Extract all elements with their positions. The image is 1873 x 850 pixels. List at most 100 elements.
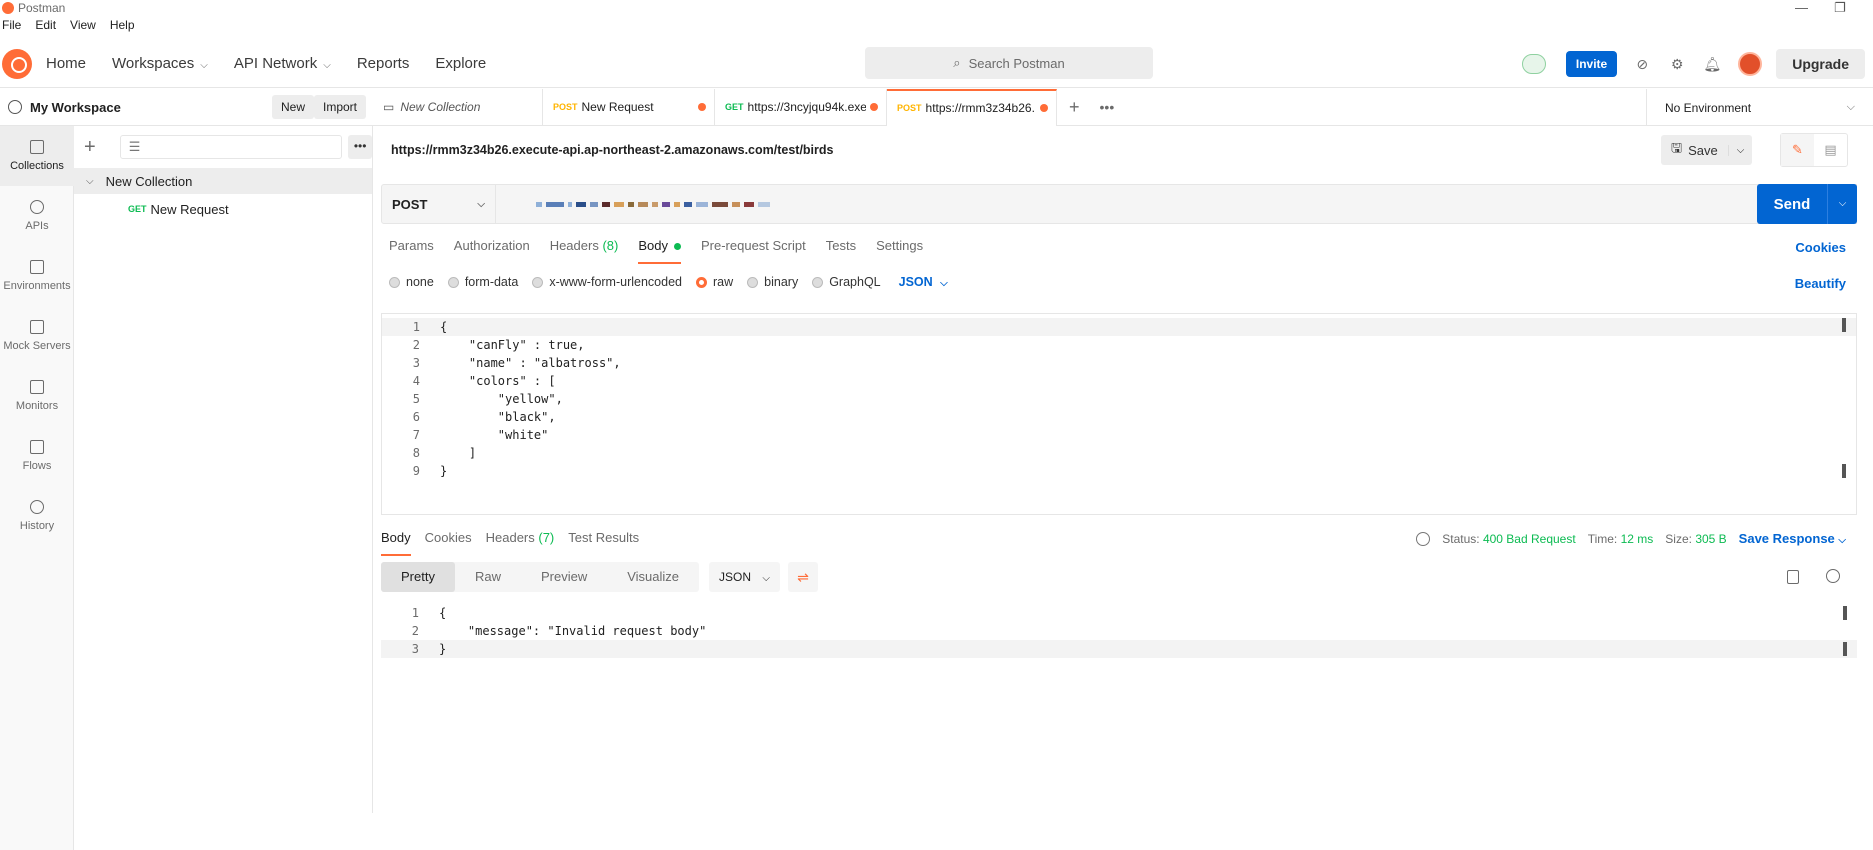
request-item[interactable]: GET New Request	[74, 194, 372, 224]
workspace-title[interactable]: My Workspace	[30, 100, 121, 115]
resp-tab-body[interactable]: Body	[381, 530, 411, 556]
tab-settings[interactable]: Settings	[876, 238, 923, 264]
edit-pencil-icon[interactable]: ✎	[1781, 134, 1814, 166]
rail-item-environments[interactable]: Environments	[0, 246, 74, 306]
mode-preview[interactable]: Preview	[521, 562, 607, 592]
code-line: 3}	[381, 640, 1857, 658]
nav-explore[interactable]: Explore	[435, 55, 486, 72]
menu-help[interactable]: Help	[110, 18, 135, 36]
satellite-icon[interactable]: ⊘	[1633, 55, 1651, 73]
tab-body[interactable]: Body	[638, 238, 681, 264]
menu-edit[interactable]: Edit	[35, 18, 56, 36]
tab-post-request-active[interactable]: POST https://rmm3z34b26.	[887, 88, 1057, 126]
scrollbar-marker[interactable]	[1843, 606, 1847, 620]
code-line: 5 "yellow",	[382, 390, 1856, 408]
resp-tab-test-results[interactable]: Test Results	[568, 530, 639, 556]
tab-new-collection[interactable]: ▭ New Collection	[373, 88, 543, 126]
status[interactable]: Status: 400 Bad Request	[1442, 532, 1575, 546]
tab-pre-request-script[interactable]: Pre-request Script	[701, 238, 806, 264]
search-icon[interactable]	[1826, 569, 1840, 583]
radio-none[interactable]: none	[389, 275, 434, 289]
collection-icon: ▭	[383, 100, 395, 114]
chevron-down-icon[interactable]: ⌵	[1727, 144, 1753, 156]
beautify-link[interactable]: Beautify	[1795, 276, 1846, 291]
more-tabs-icon[interactable]: •••	[1100, 99, 1115, 115]
radio-form-data[interactable]: form-data	[447, 275, 518, 289]
request-body-editor[interactable]: 1{2 "canFly" : true, 3 "name" : "albatros…	[381, 313, 1857, 515]
mode-raw[interactable]: Raw	[455, 562, 521, 592]
search-input[interactable]: ⌕ Search Postman	[865, 47, 1153, 79]
size[interactable]: Size: 305 B	[1665, 532, 1726, 546]
avatar[interactable]	[1738, 52, 1763, 76]
notifications-bell-icon[interactable]: 🔔︎	[1703, 55, 1721, 73]
minimize-button[interactable]: —	[1795, 0, 1808, 15]
format-select[interactable]: JSON ⌵	[709, 562, 780, 592]
save-button[interactable]: 🖫︎ Save	[1661, 139, 1728, 161]
mode-visualize[interactable]: Visualize	[607, 562, 699, 592]
settings-gear-icon[interactable]: ⚙	[1668, 55, 1686, 73]
method-select[interactable]: POST ⌵	[381, 184, 496, 224]
radio-graphql[interactable]: GraphQL	[812, 275, 881, 289]
collection-item[interactable]: ⌵ New Collection	[74, 168, 372, 194]
menu-file[interactable]: File	[2, 18, 21, 36]
postman-logo-icon[interactable]	[2, 48, 32, 79]
tab-tests[interactable]: Tests	[826, 238, 856, 264]
new-tab-icon[interactable]: +	[1069, 97, 1080, 118]
nav-home[interactable]: Home	[46, 55, 86, 72]
chevron-down-icon[interactable]: ⌵	[86, 176, 94, 187]
rail-item-mock-servers[interactable]: Mock Servers	[0, 306, 74, 366]
tab-new-request[interactable]: POST New Request	[543, 88, 715, 126]
language-select[interactable]: JSON ⌵	[899, 275, 948, 289]
resp-tab-headers[interactable]: Headers (7)	[486, 530, 555, 556]
comments-icon[interactable]: ▤	[1814, 134, 1847, 166]
radio-binary[interactable]: binary	[747, 275, 798, 289]
upgrade-button[interactable]: Upgrade	[1776, 49, 1865, 79]
globe-icon[interactable]	[1416, 531, 1431, 546]
rail-item-monitors[interactable]: Monitors	[0, 366, 74, 426]
import-button[interactable]: Import	[314, 95, 367, 119]
rail-item-collections[interactable]: Collections	[0, 126, 74, 186]
mode-pretty[interactable]: Pretty	[381, 562, 455, 592]
restore-button[interactable]: ❐	[1834, 0, 1846, 16]
tab-params[interactable]: Params	[389, 238, 434, 264]
nav-reports[interactable]: Reports	[357, 55, 410, 72]
radio-x-www-form-urlencoded[interactable]: x-www-form-urlencoded	[532, 275, 682, 289]
tab-get-request[interactable]: GET https://3ncyjqu94k.exe	[715, 88, 887, 126]
cookies-link[interactable]: Cookies	[1795, 240, 1846, 255]
save-response-button[interactable]: Save Response ⌵	[1739, 531, 1846, 546]
environments-icon	[30, 260, 44, 274]
tab-headers[interactable]: Headers (8)	[550, 238, 619, 264]
send-button[interactable]: Send	[1757, 196, 1827, 213]
tab-authorization[interactable]: Authorization	[454, 238, 530, 264]
scrollbar-marker[interactable]	[1843, 642, 1847, 656]
more-options-icon[interactable]: •••	[348, 135, 372, 159]
method-badge: GET	[128, 204, 147, 214]
scrollbar-marker[interactable]	[1842, 318, 1846, 332]
environment-select[interactable]: No Environment ⌵	[1646, 89, 1873, 126]
chevron-down-icon[interactable]: ⌵	[1827, 184, 1857, 224]
rail-item-flows[interactable]: Flows	[0, 426, 74, 486]
menu-view[interactable]: View	[70, 18, 96, 36]
copy-icon[interactable]	[1787, 570, 1799, 584]
response-body-viewer[interactable]: 1{2 "message": "Invalid request body" 3}	[381, 604, 1857, 674]
chevron-down-icon: ⌵	[762, 573, 770, 584]
wrap-lines-icon[interactable]: ⇌	[787, 562, 818, 592]
code-text: "black",	[440, 410, 556, 424]
filter-input[interactable]: ☰	[119, 135, 343, 159]
new-button[interactable]: New	[272, 95, 315, 119]
add-icon[interactable]: +	[84, 136, 104, 159]
request-title[interactable]: https://rmm3z34b26.execute-api.ap-northe…	[391, 143, 834, 157]
code-text: {	[439, 606, 447, 620]
invite-button[interactable]: Invite	[1565, 51, 1618, 77]
nav-api-network[interactable]: API Network ⌵	[234, 55, 331, 72]
line-number: 7	[412, 428, 420, 442]
rail-item-apis[interactable]: APIs	[0, 186, 74, 246]
nav-workspaces[interactable]: Workspaces ⌵	[112, 55, 208, 72]
resp-tab-cookies[interactable]: Cookies	[425, 530, 472, 556]
time[interactable]: Time: 12 ms	[1588, 532, 1654, 546]
rail-item-history[interactable]: History	[0, 486, 74, 546]
url-input[interactable]	[496, 184, 1857, 224]
scrollbar-marker[interactable]	[1842, 464, 1846, 478]
sync-status-icon[interactable]	[1521, 54, 1546, 74]
radio-raw[interactable]: raw	[696, 275, 733, 289]
